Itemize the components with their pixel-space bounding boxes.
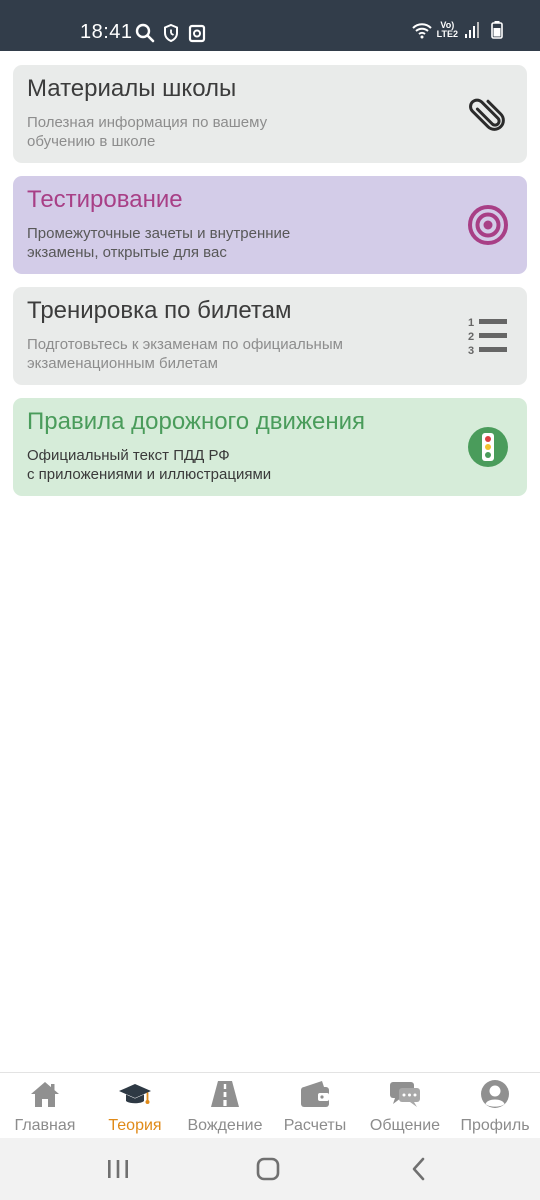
road-icon (208, 1079, 242, 1109)
card-title: Правила дорожного движения (27, 408, 366, 435)
graduation-cap-icon (118, 1079, 152, 1109)
nav-item-home[interactable]: Главная (4, 1073, 86, 1139)
status-bar: 18:41 Vo) LTE2 (0, 0, 540, 51)
card-title: Тестирование (27, 186, 183, 213)
wallet-icon (298, 1079, 332, 1109)
nav-item-driving[interactable]: Вождение (182, 1073, 268, 1139)
numbered-list-icon: 1 2 3 (467, 315, 509, 357)
status-time: 18:41 (80, 21, 133, 43)
camera-box-icon (187, 23, 207, 43)
nav-item-profile[interactable]: Профиль (452, 1073, 538, 1139)
recent-apps-icon[interactable] (104, 1156, 132, 1182)
nav-label: Общение (369, 1117, 441, 1134)
system-nav (0, 1138, 540, 1200)
nav-item-payments[interactable]: Расчеты (272, 1073, 358, 1139)
svg-text:3: 3 (468, 345, 474, 357)
wifi-icon (411, 20, 432, 40)
search-icon (135, 23, 155, 43)
chat-icon (388, 1079, 422, 1109)
target-icon (467, 204, 509, 246)
card-school-materials[interactable]: Материалы школы Полезная информация по в… (13, 65, 527, 163)
paperclip-icon (467, 93, 509, 135)
card-description: Подготовьтесь к экзаменам по официальным… (27, 336, 343, 372)
card-description: Официальный текст ПДД РФ с приложениями … (27, 446, 427, 484)
card-description: Промежуточные зачеты и внутренние экзаме… (27, 225, 291, 261)
card-testing[interactable]: Тестирование Промежуточные зачеты и внут… (13, 176, 527, 274)
nav-label: Теория (108, 1117, 162, 1134)
home-icon (28, 1079, 62, 1109)
card-description: Полезная информация по вашему обучению в… (27, 114, 268, 150)
card-title: Материалы школы (27, 75, 237, 102)
svg-text:2: 2 (468, 331, 474, 343)
card-traffic-rules[interactable]: Правила дорожного движения Официальный т… (13, 398, 527, 496)
back-icon[interactable] (406, 1156, 434, 1182)
nav-label: Вождение (187, 1117, 263, 1134)
nav-label: Расчеты (283, 1117, 347, 1134)
status-left-icons (135, 23, 207, 43)
card-title: Тренировка по билетам (27, 297, 292, 324)
home-circle-icon[interactable] (254, 1156, 282, 1182)
card-description-line: Официальный текст ПДД РФ (27, 447, 230, 464)
card-ticket-training[interactable]: Тренировка по билетам Подготовьтесь к эк… (13, 287, 527, 385)
volte-icon: Vo) LTE2 (436, 20, 458, 39)
card-description-line: с приложениями и иллюстрациями (27, 466, 272, 483)
nav-item-chat[interactable]: Общение (362, 1073, 448, 1139)
signal-icon (464, 20, 484, 40)
shield-clock-icon (161, 23, 181, 43)
profile-icon (478, 1079, 512, 1109)
svg-text:1: 1 (468, 317, 474, 329)
nav-item-theory[interactable]: Теория (92, 1073, 178, 1139)
nav-label: Профиль (460, 1117, 530, 1134)
battery-icon (490, 20, 510, 40)
bottom-nav: Главная Теория Вождение Расчеты Общение … (0, 1072, 540, 1138)
traffic-light-icon (467, 426, 509, 468)
status-right-icons: Vo) LTE2 (411, 20, 510, 40)
nav-label: Главная (14, 1117, 76, 1134)
